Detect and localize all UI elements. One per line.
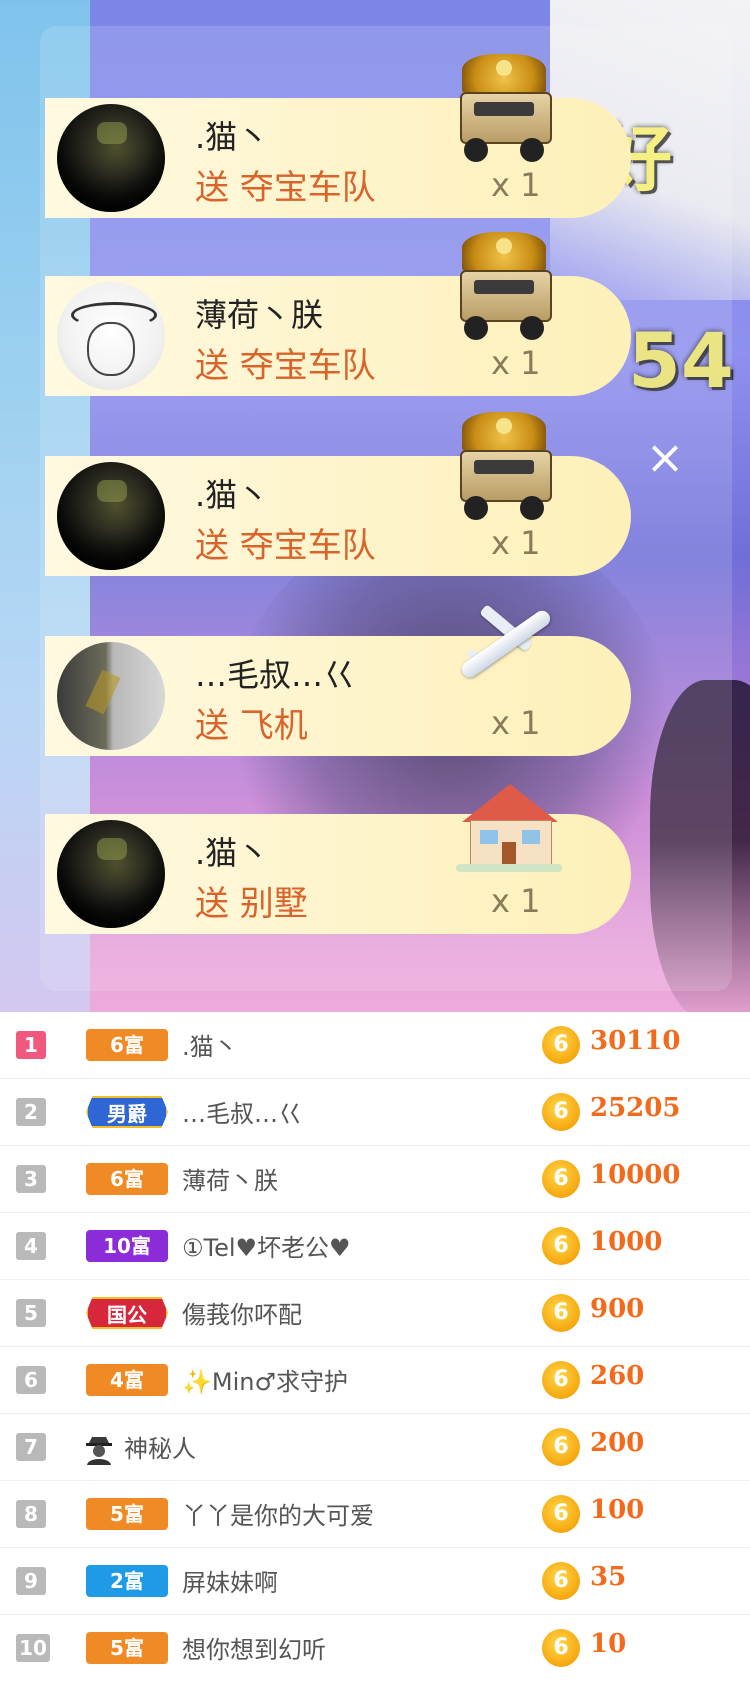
avatar[interactable]: [57, 104, 165, 212]
gift-sender-name[interactable]: .猫丶: [195, 470, 269, 516]
contribution-value: 10: [590, 1629, 627, 1659]
contribution-value: 260: [590, 1361, 645, 1391]
truck-gift-icon: [452, 412, 556, 524]
noble-title-badge: 男爵: [86, 1096, 168, 1128]
wealth-level-badge: 4富: [86, 1364, 168, 1396]
coin-icon: 6: [542, 1160, 580, 1198]
coin-icon: 6: [542, 1562, 580, 1600]
rank-number: 8: [16, 1500, 46, 1528]
ranking-user-name[interactable]: …毛叔…巜: [182, 1094, 302, 1129]
avatar[interactable]: [57, 282, 165, 390]
avatar[interactable]: [57, 462, 165, 570]
rank-number: 1: [16, 1031, 46, 1059]
gift-count: x 1: [491, 166, 541, 204]
rank-number: 2: [16, 1098, 46, 1126]
coin-icon: 6: [542, 1428, 580, 1466]
coin-icon: 6: [542, 1361, 580, 1399]
ranking-row[interactable]: 7 神秘人 6 200: [0, 1414, 750, 1481]
incognito-user-icon: [82, 1431, 116, 1465]
contribution-value: 25205: [590, 1093, 681, 1123]
contribution-value: 35: [590, 1562, 627, 1592]
ranking-user-name[interactable]: 想你想到幻听: [182, 1630, 326, 1665]
rank-number: 5: [16, 1299, 46, 1327]
live-stream-view: 好 54 × .猫丶 送 夺宝车队 x 1 薄荷丶朕 送 夺宝车队 x 1 .猫…: [0, 0, 750, 1012]
gift-action-text: 送 飞机: [195, 706, 308, 746]
close-button[interactable]: ×: [640, 432, 690, 482]
gift-count: x 1: [491, 704, 541, 742]
rank-number: 10: [16, 1634, 50, 1662]
villa-gift-icon: [456, 778, 562, 874]
wealth-level-badge: 6富: [86, 1163, 168, 1195]
ranking-user-name[interactable]: ①Tel♥坏老公♥: [182, 1228, 351, 1263]
gift-count: x 1: [491, 524, 541, 562]
contribution-value: 900: [590, 1294, 645, 1324]
gift-action-text: 送 夺宝车队: [195, 526, 376, 566]
coin-icon: 6: [542, 1294, 580, 1332]
plane-gift-icon: [450, 592, 560, 692]
ranking-user-name[interactable]: ✨Min♂求守护: [182, 1362, 348, 1397]
ranking-row[interactable]: 4 10富 ①Tel♥坏老公♥ 6 1000: [0, 1213, 750, 1280]
ranking-user-name[interactable]: 屏妹妹啊: [182, 1563, 278, 1598]
avatar[interactable]: [57, 642, 165, 750]
ranking-user-name[interactable]: 傷莪你吥配: [182, 1295, 302, 1330]
contribution-value: 100: [590, 1495, 645, 1525]
ranking-row[interactable]: 10 5富 想你想到幻听 6 10: [0, 1615, 750, 1681]
coin-icon: 6: [542, 1227, 580, 1265]
coin-icon: 6: [542, 1495, 580, 1533]
gift-sender-name[interactable]: .猫丶: [195, 112, 269, 158]
avatar[interactable]: [57, 820, 165, 928]
truck-gift-icon: [452, 232, 556, 344]
contribution-value: 30110: [590, 1026, 681, 1056]
ranking-row[interactable]: 2 男爵 …毛叔…巜 6 25205: [0, 1079, 750, 1146]
coin-icon: 6: [542, 1093, 580, 1131]
wealth-level-badge: 6富: [86, 1029, 168, 1061]
gift-action-text: 送 夺宝车队: [195, 168, 376, 208]
gift-sender-name[interactable]: 薄荷丶朕: [195, 290, 323, 336]
wealth-level-badge: 2富: [86, 1565, 168, 1597]
wealth-level-badge: 10富: [86, 1230, 168, 1262]
gift-action-text: 送 别墅: [195, 884, 308, 924]
wealth-level-badge: 5富: [86, 1498, 168, 1530]
wealth-level-badge: 5富: [86, 1632, 168, 1664]
ranking-row[interactable]: 5 国公 傷莪你吥配 6 900: [0, 1280, 750, 1347]
truck-gift-icon: [452, 54, 556, 166]
rank-number: 9: [16, 1567, 46, 1595]
contribution-ranking-list: 1 6富 .猫丶 6 30110 2 男爵 …毛叔…巜 6 25205 3 6富…: [0, 1012, 750, 1673]
ranking-row[interactable]: 1 6富 .猫丶 6 30110: [0, 1012, 750, 1079]
contribution-value: 10000: [590, 1160, 681, 1190]
ranking-user-name[interactable]: 薄荷丶朕: [182, 1161, 278, 1196]
coin-icon: 6: [542, 1026, 580, 1064]
coin-icon: 6: [542, 1629, 580, 1667]
contribution-value: 1000: [590, 1227, 663, 1257]
ranking-row[interactable]: 8 5富 丫丫是你的大可爱 6 100: [0, 1481, 750, 1548]
rank-number: 6: [16, 1366, 46, 1394]
rank-number: 3: [16, 1165, 46, 1193]
gift-count: x 1: [491, 882, 541, 920]
noble-title-badge: 国公: [86, 1297, 168, 1329]
rank-number: 4: [16, 1232, 46, 1260]
ranking-user-name[interactable]: .猫丶: [182, 1027, 238, 1062]
gift-sender-name[interactable]: …毛叔…巜: [195, 650, 355, 696]
contribution-value: 200: [590, 1428, 645, 1458]
ranking-row[interactable]: 9 2富 屏妹妹啊 6 35: [0, 1548, 750, 1615]
gift-action-text: 送 夺宝车队: [195, 346, 376, 386]
ranking-user-name[interactable]: 丫丫是你的大可爱: [182, 1496, 374, 1531]
ranking-row[interactable]: 3 6富 薄荷丶朕 6 10000: [0, 1146, 750, 1213]
gift-count: x 1: [491, 344, 541, 382]
ranking-user-name[interactable]: 神秘人: [124, 1429, 196, 1464]
ranking-row[interactable]: 6 4富 ✨Min♂求守护 6 260: [0, 1347, 750, 1414]
rank-number: 7: [16, 1433, 46, 1461]
gift-sender-name[interactable]: .猫丶: [195, 828, 269, 874]
